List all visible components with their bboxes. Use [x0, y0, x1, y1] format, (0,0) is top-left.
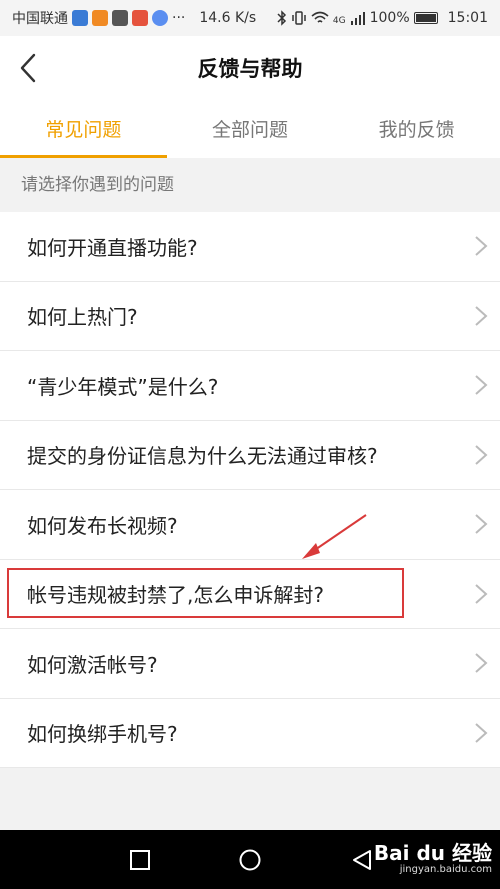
clock: 15:01: [447, 10, 488, 26]
faq-item-label: 如何换绑手机号?: [27, 722, 178, 747]
faq-item-trending[interactable]: 如何上热门?: [0, 282, 500, 351]
chevron-right-icon: [475, 375, 488, 395]
tab-my-feedback[interactable]: 我的反馈: [333, 102, 500, 158]
watermark-logo-text: Bai du 经验: [373, 841, 492, 865]
faq-item-label: 提交的身份证信息为什么无法通过审核?: [27, 444, 378, 469]
network-type: 4G: [332, 16, 346, 26]
music-app-icon: [152, 10, 168, 26]
more-notifications-icon: ···: [172, 10, 186, 26]
back-button[interactable]: [10, 50, 46, 86]
chevron-right-icon: [475, 584, 488, 604]
wifi-icon: [311, 11, 329, 23]
battery-icon: [413, 12, 438, 24]
video-app-icon: [92, 10, 108, 26]
chevron-right-icon: [475, 306, 488, 326]
message-app-icon: [132, 10, 148, 26]
faq-item-activate-account[interactable]: 如何激活帐号?: [0, 629, 500, 699]
faq-item-label: 如何激活帐号?: [27, 652, 158, 677]
section-hint: 请选择你遇到的问题: [0, 158, 500, 212]
recent-apps-button[interactable]: [128, 848, 152, 872]
faq-item-change-phone[interactable]: 如何换绑手机号?: [0, 699, 500, 768]
app-notification-icon: [72, 10, 88, 26]
battery-percent: 100%: [369, 10, 410, 26]
vibrate-icon: [292, 11, 306, 25]
faq-item-account-ban-appeal[interactable]: 帐号违规被封禁了,怎么申诉解封?: [0, 560, 500, 629]
tab-bar: 常见问题 全部问题 我的反馈: [0, 102, 500, 158]
chevron-left-icon: [20, 53, 36, 83]
nav-bar: 反馈与帮助: [0, 36, 500, 102]
chevron-right-icon: [475, 514, 488, 534]
system-nav-bar: Bai du 经验 jingyan.baidu.com: [0, 830, 500, 889]
chevron-right-icon: [475, 723, 488, 743]
tab-faq[interactable]: 常见问题: [0, 102, 167, 158]
status-bar-right: 4G 100% 15:01: [277, 10, 488, 26]
page-title: 反馈与帮助: [197, 57, 303, 81]
tool-app-icon: [112, 10, 128, 26]
carrier-label: 中国联通: [12, 11, 68, 27]
home-button[interactable]: [238, 848, 262, 872]
watermark-url: jingyan.baidu.com: [399, 864, 492, 875]
faq-item-live-streaming[interactable]: 如何开通直播功能?: [0, 212, 500, 282]
faq-item-label: 如何开通直播功能?: [27, 235, 198, 260]
system-back-button[interactable]: [350, 848, 374, 872]
status-bar-left: 中国联通 ··· 14.6 K/s: [12, 8, 256, 28]
faq-item-id-verification[interactable]: 提交的身份证信息为什么无法通过审核?: [0, 421, 500, 490]
signal-icon: [350, 12, 365, 25]
faq-list: 如何开通直播功能? 如何上热门? “青少年模式”是什么? 提交的身份证信息为什么…: [0, 212, 500, 768]
chevron-right-icon: [475, 653, 488, 673]
faq-item-label: 如何发布长视频?: [27, 513, 178, 538]
faq-item-long-video[interactable]: 如何发布长视频?: [0, 490, 500, 560]
faq-item-label: “青少年模式”是什么?: [27, 374, 219, 399]
status-bar: 中国联通 ··· 14.6 K/s 4G 100% 15:01: [0, 0, 500, 36]
network-speed: 14.6 K/s: [199, 10, 257, 26]
baidu-jingyan-watermark: Bai du 经验 jingyan.baidu.com: [374, 842, 492, 876]
faq-item-label: 帐号违规被封禁了,怎么申诉解封?: [27, 583, 324, 608]
empty-area: [0, 768, 500, 830]
chevron-right-icon: [475, 445, 488, 465]
faq-item-label: 如何上热门?: [27, 305, 138, 330]
chevron-right-icon: [475, 236, 488, 256]
bluetooth-icon: [277, 10, 286, 26]
tab-all-questions[interactable]: 全部问题: [167, 102, 334, 158]
faq-item-teen-mode[interactable]: “青少年模式”是什么?: [0, 351, 500, 421]
